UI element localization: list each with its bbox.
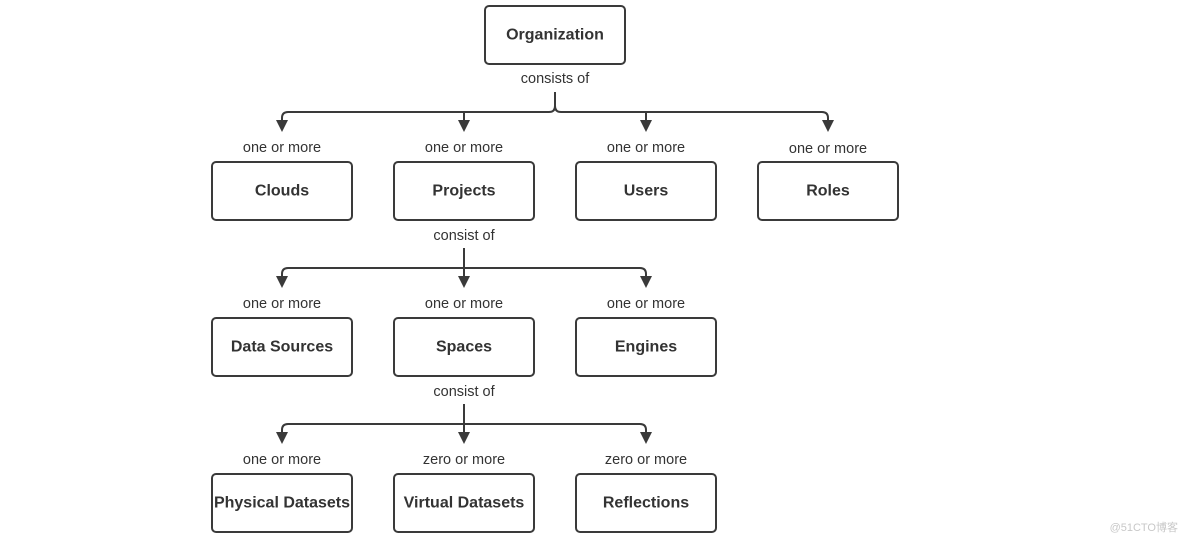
connector-root [276, 92, 834, 132]
cardinality-label: zero or more [423, 452, 505, 468]
node-label: Data Sources [231, 339, 333, 356]
node-label: Engines [615, 339, 677, 356]
watermark: @51CTO博客 [1110, 520, 1178, 534]
cardinality-label: one or more [607, 140, 685, 156]
node-engines: one or more Engines [575, 296, 717, 377]
cardinality-label: one or more [789, 141, 867, 157]
cardinality-label: zero or more [605, 452, 687, 468]
cardinality-label: one or more [607, 296, 685, 312]
edge-label: consists of [521, 71, 590, 87]
node-label: Users [624, 183, 669, 200]
cardinality-label: one or more [243, 140, 321, 156]
node-spaces: one or more Spaces [393, 296, 535, 377]
hierarchy-diagram: Organization consists of one or more Clo… [211, 5, 1178, 534]
node-label: Reflections [603, 495, 689, 512]
cardinality-label: one or more [425, 296, 503, 312]
node-label: Roles [806, 183, 850, 200]
edge-label: consist of [433, 228, 495, 244]
node-label: Organization [506, 27, 604, 44]
node-clouds: one or more Clouds [211, 140, 353, 221]
node-users: one or more Users [575, 140, 717, 221]
node-label: Spaces [436, 339, 492, 356]
node-reflections: zero or more Reflections [575, 452, 717, 533]
node-roles: one or more Roles [757, 141, 899, 221]
node-projects: one or more Projects [393, 140, 535, 221]
node-data-sources: one or more Data Sources [211, 296, 353, 377]
node-label: Virtual Datasets [404, 495, 525, 512]
cardinality-label: one or more [243, 452, 321, 468]
connector-spaces [276, 404, 652, 444]
cardinality-label: one or more [425, 140, 503, 156]
edge-label: consist of [433, 384, 495, 400]
connector-projects [276, 248, 652, 288]
node-label: Clouds [255, 183, 309, 200]
node-label: Physical Datasets [214, 495, 350, 512]
node-label: Projects [432, 183, 495, 200]
node-virtual-datasets: zero or more Virtual Datasets [393, 452, 535, 533]
node-physical-datasets: one or more Physical Datasets [211, 452, 353, 533]
cardinality-label: one or more [243, 296, 321, 312]
node-organization: Organization [484, 5, 626, 65]
